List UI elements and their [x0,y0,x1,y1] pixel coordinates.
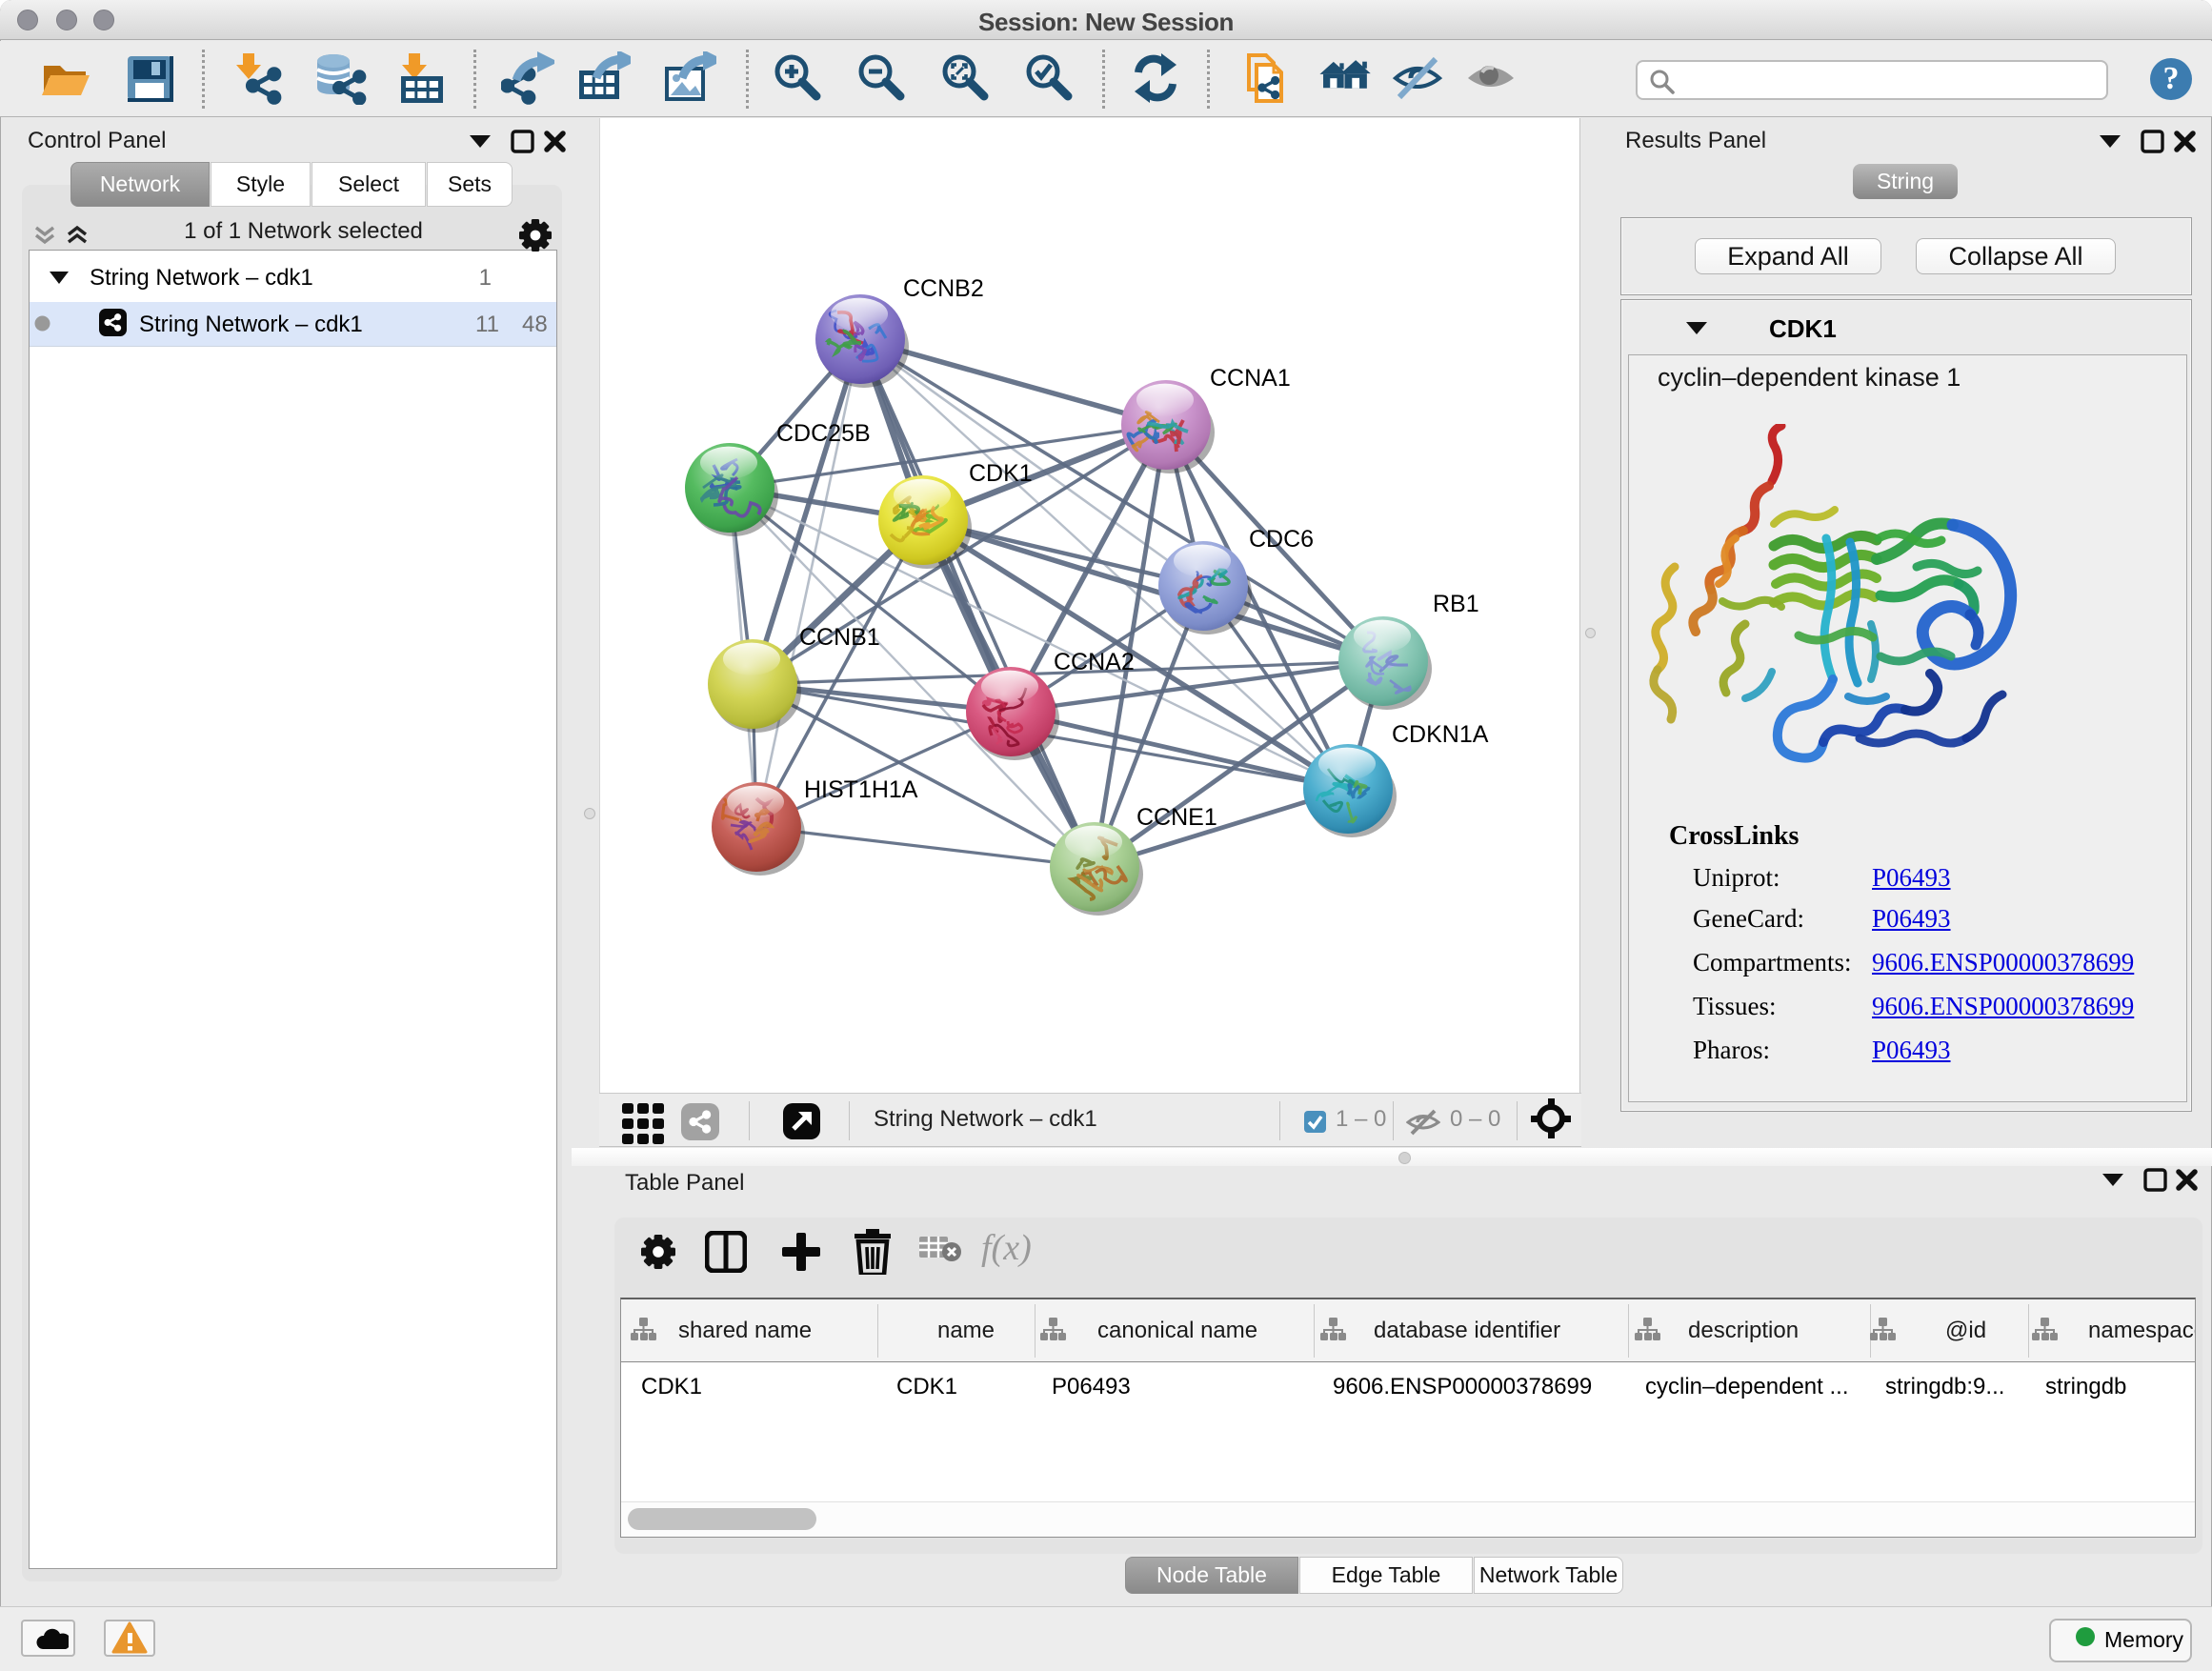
svg-text:CCNA1: CCNA1 [1210,365,1291,392]
svg-text:RB1: RB1 [1433,591,1479,617]
svg-text:CDC6: CDC6 [1249,526,1314,553]
svg-text:HIST1H1A: HIST1H1A [804,776,918,803]
svg-text:CDKN1A: CDKN1A [1392,721,1489,748]
svg-text:CCNE1: CCNE1 [1136,804,1217,831]
svg-text:?: ? [2163,61,2180,96]
svg-text:CCNA2: CCNA2 [1054,649,1135,675]
svg-text:CDK1: CDK1 [969,460,1033,487]
svg-text:CDC25B: CDC25B [776,420,871,447]
svg-text:CCNB2: CCNB2 [903,275,984,302]
svg-text:CCNB1: CCNB1 [799,624,880,651]
